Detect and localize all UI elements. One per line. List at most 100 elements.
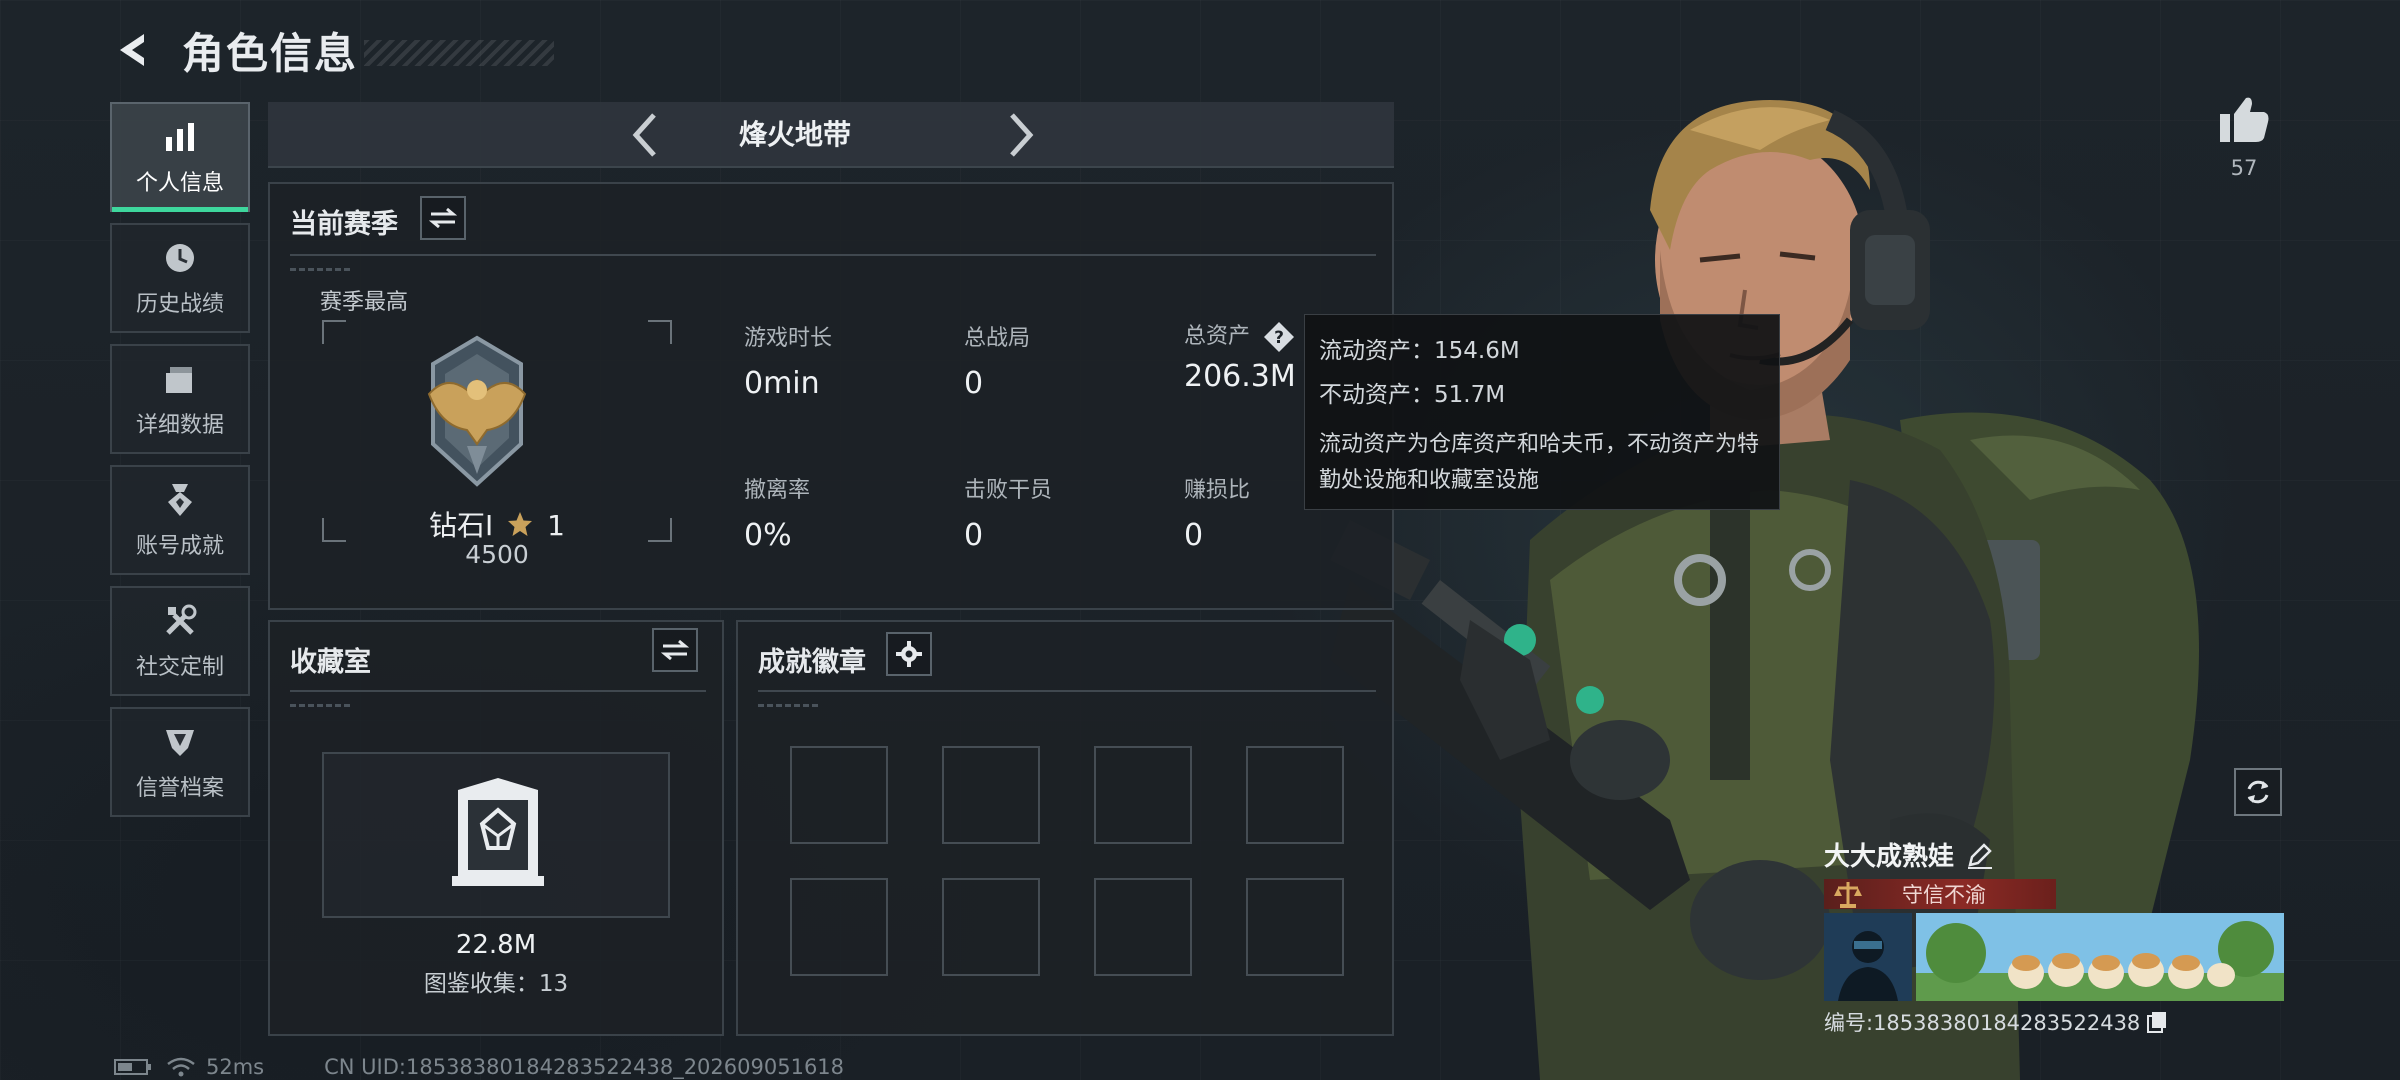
- stat-total-matches: 总战局 0: [964, 320, 1030, 401]
- stat-label: 总资产 ?: [1184, 318, 1296, 353]
- rank-display: 钻石I 1: [322, 504, 672, 544]
- badge-slot[interactable]: [1246, 746, 1344, 844]
- assets-tooltip: 流动资产：154.6M 不动资产：51.7M 流动资产为仓库资产和哈夫币，不动资…: [1304, 314, 1780, 510]
- page-title: 角色信息: [182, 28, 359, 78]
- svg-text:?: ?: [1274, 328, 1284, 348]
- tools-icon: [160, 601, 200, 641]
- folder-icon: [160, 359, 200, 399]
- stat-value: 0: [964, 366, 984, 401]
- avatar: [1824, 913, 1912, 1001]
- thumbs-up-icon: [2220, 97, 2269, 142]
- season-high-label: 赛季最高: [320, 290, 409, 315]
- wifi-icon: [167, 1057, 195, 1077]
- bar-chart-icon: [160, 117, 200, 157]
- refresh-icon: [2247, 780, 2269, 804]
- stat-kills: 击败干员 0: [964, 472, 1052, 553]
- latency: 52ms: [206, 1055, 265, 1079]
- divider: [290, 254, 1376, 256]
- title-decoration: [364, 40, 555, 66]
- sidebar-item-details[interactable]: 详细数据: [110, 344, 250, 454]
- sidebar-item-social[interactable]: 社交定制: [110, 586, 250, 696]
- sidebar-item-label: 详细数据: [135, 413, 224, 438]
- player-name-row: 大大成熟娃: [1824, 836, 2284, 873]
- stat-play-time: 游戏时长 0min: [744, 320, 832, 401]
- cn-uid: CN UID:1853838018428352​2438_20260905161…: [324, 1055, 845, 1079]
- badge-slot[interactable]: [1094, 746, 1192, 844]
- edit-icon[interactable]: [1966, 841, 1994, 869]
- achievement-settings-button[interactable]: [886, 632, 932, 676]
- achievement-panel: 成就徽章: [736, 620, 1394, 1036]
- badge-slot[interactable]: [790, 878, 888, 976]
- player-uid-row: 编号:1853838018428352243​8: [1824, 1007, 2284, 1037]
- swap-icon: [661, 639, 689, 661]
- stat-label: 击败干员: [964, 478, 1053, 503]
- sidebar-nav: 个人信息 历史战绩 详细数据 账号成就 社交定制 信誉档案: [110, 102, 250, 828]
- mode-next-button[interactable]: [996, 110, 1046, 160]
- stat-profit-ratio: 赚损比 0: [1184, 472, 1250, 553]
- tooltip-description: 流动资产为仓库资产和哈夫币，不动资产为特勤处设施和收藏室设施: [1319, 432, 1760, 493]
- stat-extract-rate: 撤离率 0%: [744, 472, 810, 553]
- frame-corner: [648, 320, 672, 344]
- chevron-right-icon: [1010, 113, 1034, 157]
- stat-value: 0: [1184, 518, 1204, 553]
- player-uid: 编号:1853838018428352243​8: [1824, 1011, 2141, 1035]
- season-panel: 当前赛季 赛季最高 钻石I 1 4500 游戏时长 0min 总战局 0 总资产…: [268, 182, 1394, 610]
- stat-label-text: 总资产: [1184, 324, 1251, 349]
- sidebar-item-label: 历史战绩: [135, 292, 224, 317]
- sidebar-item-label: 信誉档案: [135, 776, 224, 801]
- copy-icon[interactable]: [2146, 1010, 2170, 1034]
- sidebar-item-label: 社交定制: [135, 655, 224, 680]
- back-arrow-icon: [120, 34, 144, 66]
- scales-icon: [1834, 882, 1862, 908]
- stat-value: 0: [964, 518, 984, 553]
- help-icon[interactable]: ?: [1263, 321, 1295, 353]
- gear-icon: [896, 641, 922, 667]
- badge-slot[interactable]: [1094, 878, 1192, 976]
- collection-panel: 收藏室 22.8M 图鉴收集：13: [268, 620, 724, 1036]
- rank-score: 4500: [465, 540, 529, 569]
- refresh-appearance-button[interactable]: [2234, 768, 2282, 816]
- shield-badge-icon: [160, 722, 200, 762]
- frame-corner: [322, 320, 346, 344]
- tick-decoration: [290, 704, 350, 707]
- tooltip-fixed-assets: 不动资产：51.7M: [1319, 382, 1506, 408]
- player-banner[interactable]: [1824, 913, 2284, 1001]
- badge-slot[interactable]: [790, 746, 888, 844]
- tick-decoration: [758, 704, 818, 707]
- sidebar-item-label: 账号成就: [135, 534, 224, 559]
- divider: [290, 690, 706, 692]
- like-count: 57: [2230, 156, 2258, 180]
- sidebar-item-credit[interactable]: 信誉档案: [110, 707, 250, 817]
- sidebar-item-history[interactable]: 历史战绩: [110, 223, 250, 333]
- mode-selector: 烽火地带: [268, 102, 1394, 168]
- honor-badge[interactable]: 守信不渝: [1824, 879, 2056, 909]
- sidebar-item-label: 个人信息: [135, 171, 224, 196]
- banner-image: [1916, 913, 2284, 1001]
- swap-icon: [429, 207, 457, 229]
- like-button[interactable]: 57: [2214, 94, 2274, 180]
- collection-value: 22.8M: [455, 930, 537, 960]
- divider: [758, 690, 1376, 692]
- rank-stars: 1: [547, 509, 565, 542]
- stat-value: 0%: [744, 518, 792, 553]
- collection-display[interactable]: [322, 752, 670, 918]
- clock-icon: [160, 238, 200, 278]
- back-button[interactable]: [110, 26, 158, 74]
- collection-count: 图鉴收集：13: [423, 971, 569, 997]
- player-name: 大大成熟娃: [1824, 842, 1955, 872]
- medal-icon: [160, 480, 200, 520]
- badge-slot[interactable]: [1246, 878, 1344, 976]
- collection-title: 收藏室: [290, 647, 371, 678]
- season-switch-button[interactable]: [420, 196, 466, 240]
- sidebar-item-achievements[interactable]: 账号成就: [110, 465, 250, 575]
- player-card: 大大成熟娃 守信不渝: [1824, 836, 2284, 1037]
- collection-switch-button[interactable]: [652, 628, 698, 672]
- mode-name: 烽火地带: [738, 118, 851, 151]
- achievement-title: 成就徽章: [758, 647, 866, 678]
- battery-icon: [114, 1059, 151, 1075]
- stat-label: 撤离率: [744, 478, 811, 503]
- star-icon: [508, 512, 533, 536]
- badge-slot[interactable]: [942, 878, 1040, 976]
- stat-total-assets: 总资产 ? 206.3M: [1184, 318, 1296, 394]
- badge-slot[interactable]: [942, 746, 1040, 844]
